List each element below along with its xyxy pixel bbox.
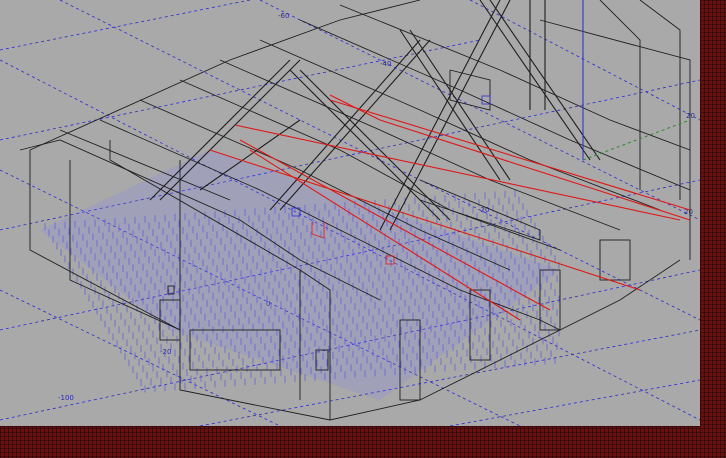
grid-label: -20 (160, 348, 171, 356)
window-frame-bottom (0, 427, 726, 458)
grid-label: -60 (278, 12, 289, 20)
datum-line (582, 0, 691, 161)
grid-label: -20 (478, 206, 489, 214)
app-window: -60 -40 -20 0 20 20 -20 -100 (0, 0, 726, 458)
cad-3d-viewport[interactable]: -60 -40 -20 0 20 20 -20 -100 (0, 0, 701, 427)
grid-label: -40 (380, 60, 391, 68)
grid-label: 20 (686, 112, 695, 120)
window-frame-right (701, 0, 726, 458)
grid-label: -100 (58, 394, 74, 402)
